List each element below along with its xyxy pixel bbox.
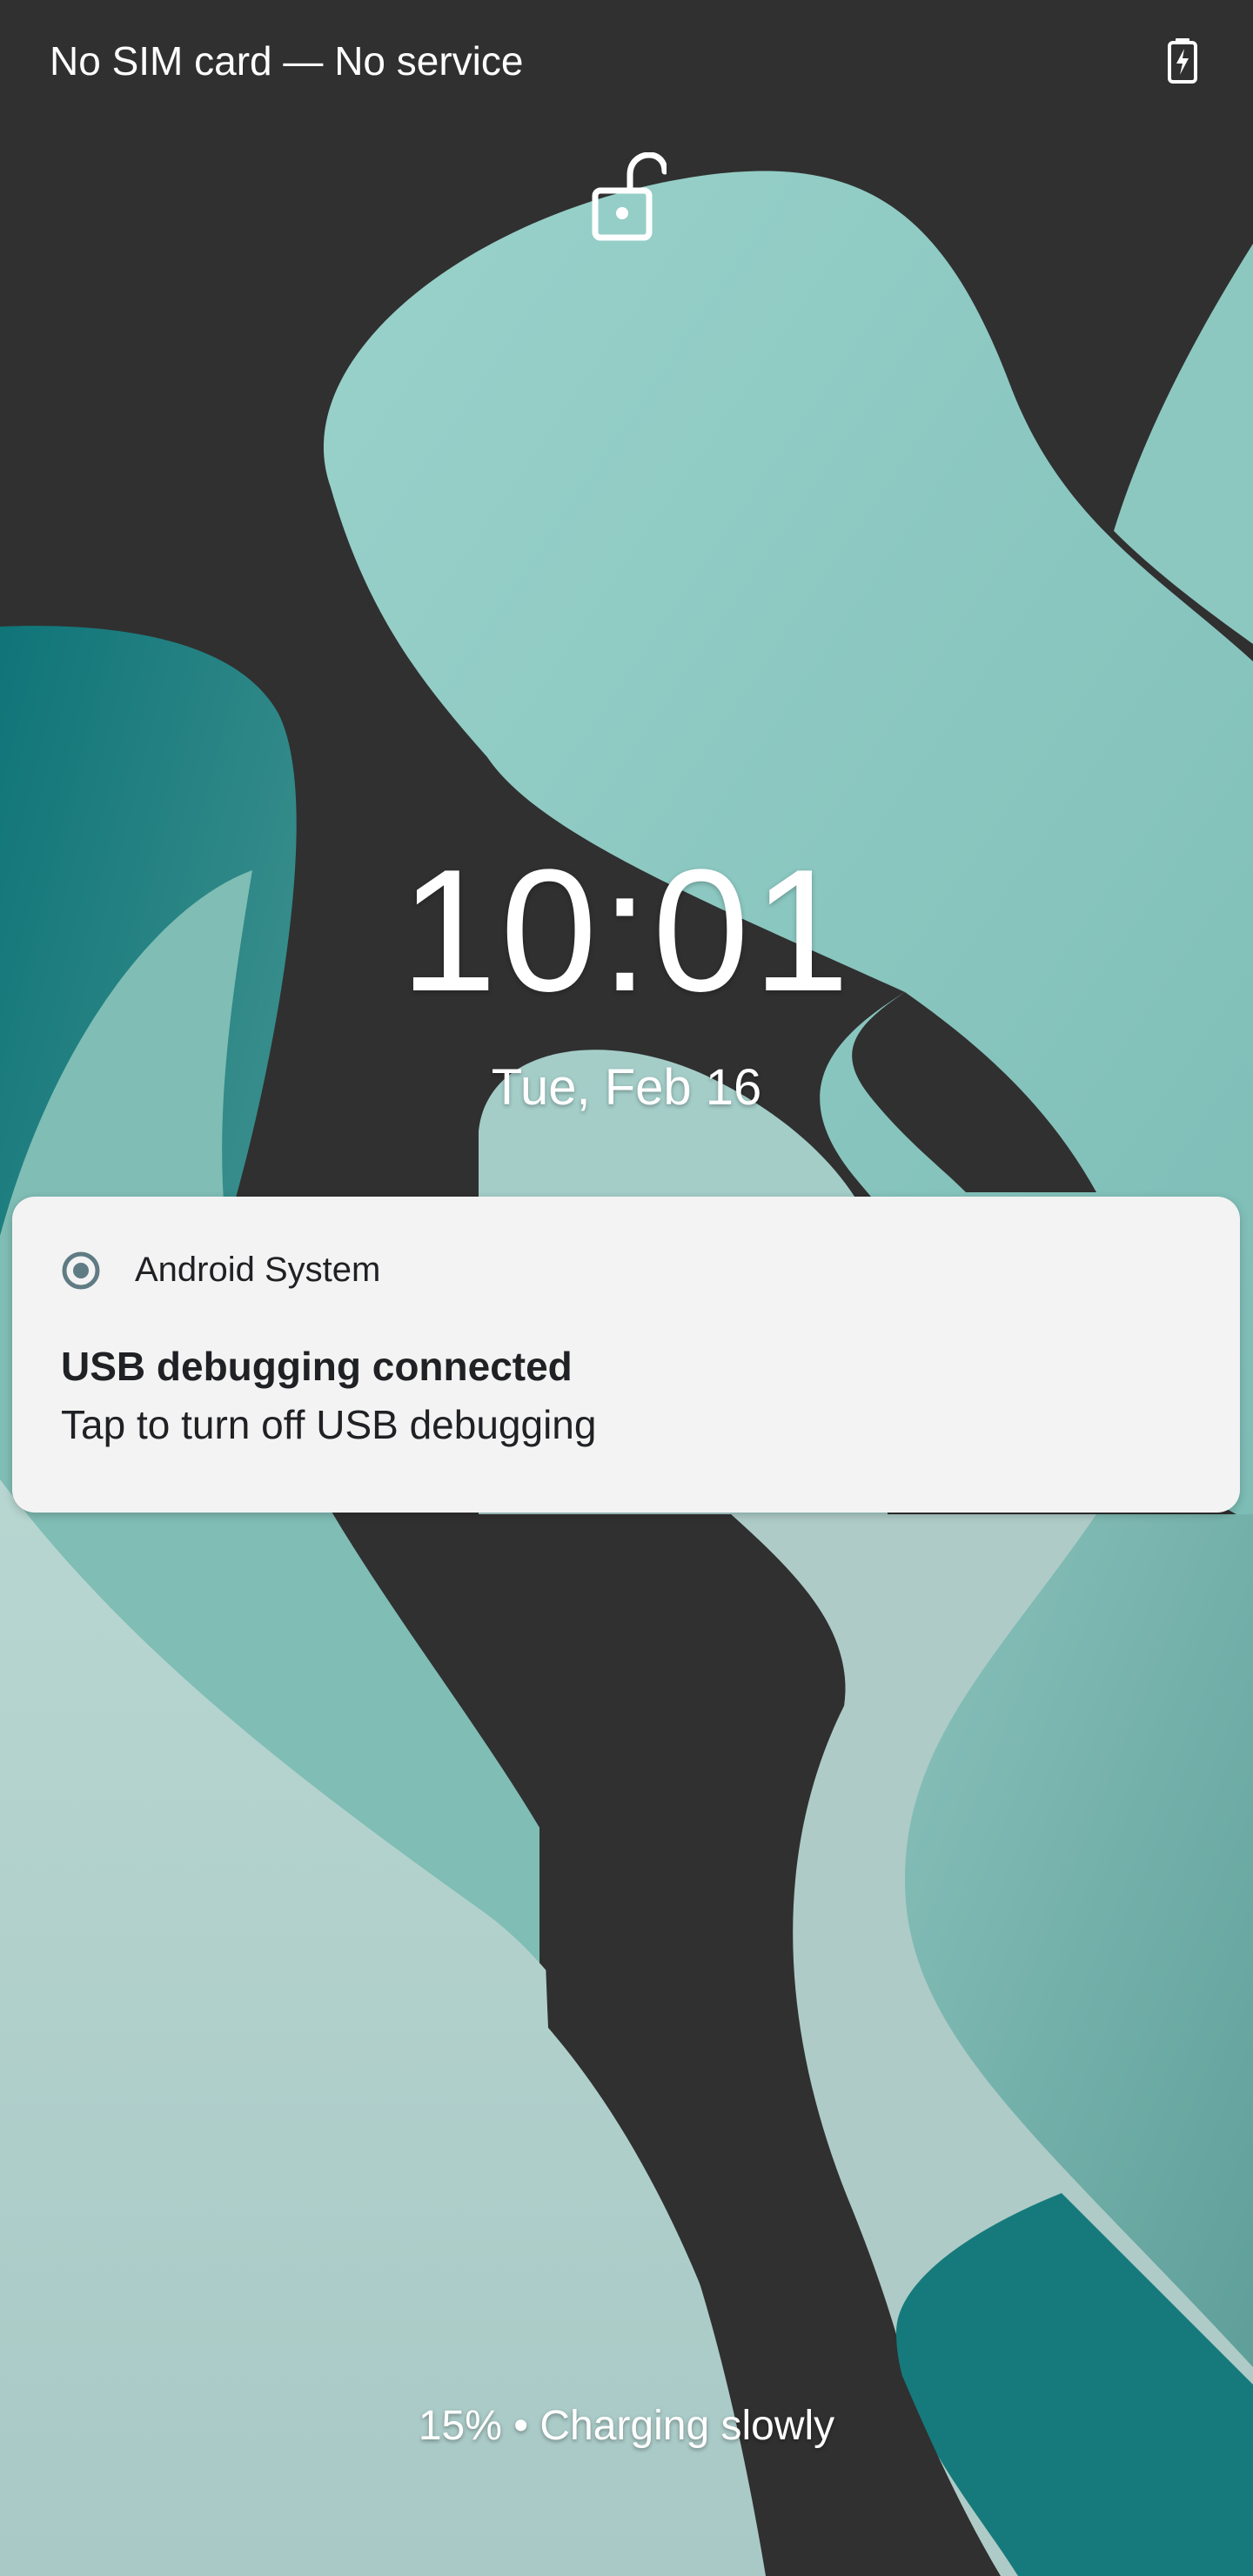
unlocked-padlock-icon[interactable] (592, 152, 667, 241)
notification-app-name: Android System (135, 1251, 381, 1289)
status-bar: No SIM card — No service (0, 0, 1253, 122)
notification-text: Tap to turn off USB debugging (61, 1402, 597, 1447)
charging-status-text: 15% • Charging slowly (418, 2403, 835, 2449)
lock-screen: No SIM card — No service 10:01 Tue, Feb … (0, 0, 1253, 2576)
android-system-icon (62, 1251, 100, 1290)
usb-debugging-notification[interactable]: Android System USB debugging connected T… (12, 1197, 1240, 1513)
lock-screen-date: Tue, Feb 16 (491, 1059, 762, 1116)
lock-screen-clock: 10:01 (399, 834, 854, 1028)
carrier-status-text: No SIM card — No service (50, 38, 524, 84)
battery-charging-icon (1168, 38, 1197, 84)
notification-title: USB debugging connected (61, 1344, 573, 1389)
